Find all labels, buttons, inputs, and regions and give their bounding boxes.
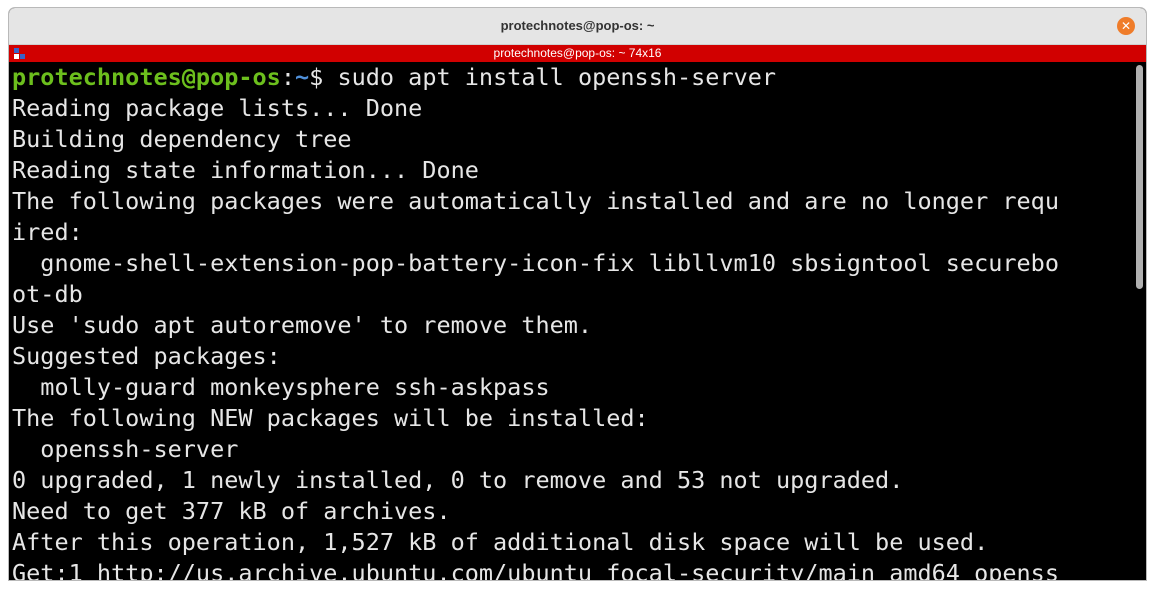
close-icon: ✕ — [1120, 19, 1132, 33]
terminal-output[interactable]: protechnotes@pop-os:~$ sudo apt install … — [9, 62, 1134, 580]
prompt-symbol: $ — [309, 63, 338, 91]
scrollbar-thumb[interactable] — [1136, 65, 1143, 289]
prompt-path: ~ — [294, 63, 310, 91]
output-line: Building dependency tree — [12, 125, 352, 153]
terminal-window: protechnotes@pop-os: ~ ✕ protechnotes@po… — [9, 8, 1146, 580]
terminal-scrollbar[interactable] — [1134, 62, 1146, 580]
output-line: ired: — [12, 218, 83, 246]
output-line: The following NEW packages will be insta… — [12, 404, 649, 432]
output-line: molly-guard monkeysphere ssh-askpass — [12, 373, 550, 401]
terminal-size-title: protechnotes@pop-os: ~ 74x16 — [493, 46, 662, 60]
output-line: gnome-shell-extension-pop-battery-icon-f… — [12, 249, 1059, 277]
window-titlebar[interactable]: protechnotes@pop-os: ~ ✕ — [9, 8, 1146, 45]
window-title: protechnotes@pop-os: ~ — [500, 18, 655, 33]
output-line: openssh-server — [12, 435, 239, 463]
terminal-tab-bar: protechnotes@pop-os: ~ 74x16 — [9, 45, 1146, 62]
output-line: ot-db — [12, 280, 83, 308]
output-line: 0 upgraded, 1 newly installed, 0 to remo… — [12, 466, 904, 494]
output-line: Get:1 http://us.archive.ubuntu.com/ubunt… — [12, 559, 1059, 580]
output-line: The following packages were automaticall… — [12, 187, 1059, 215]
output-line: Reading package lists... Done — [12, 94, 423, 122]
prompt-separator: : — [280, 63, 295, 91]
output-line: Need to get 377 kB of archives. — [12, 497, 451, 525]
output-line: After this operation, 1,527 kB of additi… — [12, 528, 989, 556]
output-line: Use 'sudo apt autoremove' to remove them… — [12, 311, 593, 339]
command-line: protechnotes@pop-os:~$ sudo apt install … — [12, 62, 776, 93]
typed-command: sudo apt install openssh-server — [337, 63, 777, 91]
output-line: Reading state information... Done — [12, 156, 479, 184]
prompt-user-host: protechnotes@pop-os — [12, 63, 281, 91]
close-button[interactable]: ✕ — [1117, 17, 1135, 35]
output-line: Suggested packages: — [12, 342, 281, 370]
